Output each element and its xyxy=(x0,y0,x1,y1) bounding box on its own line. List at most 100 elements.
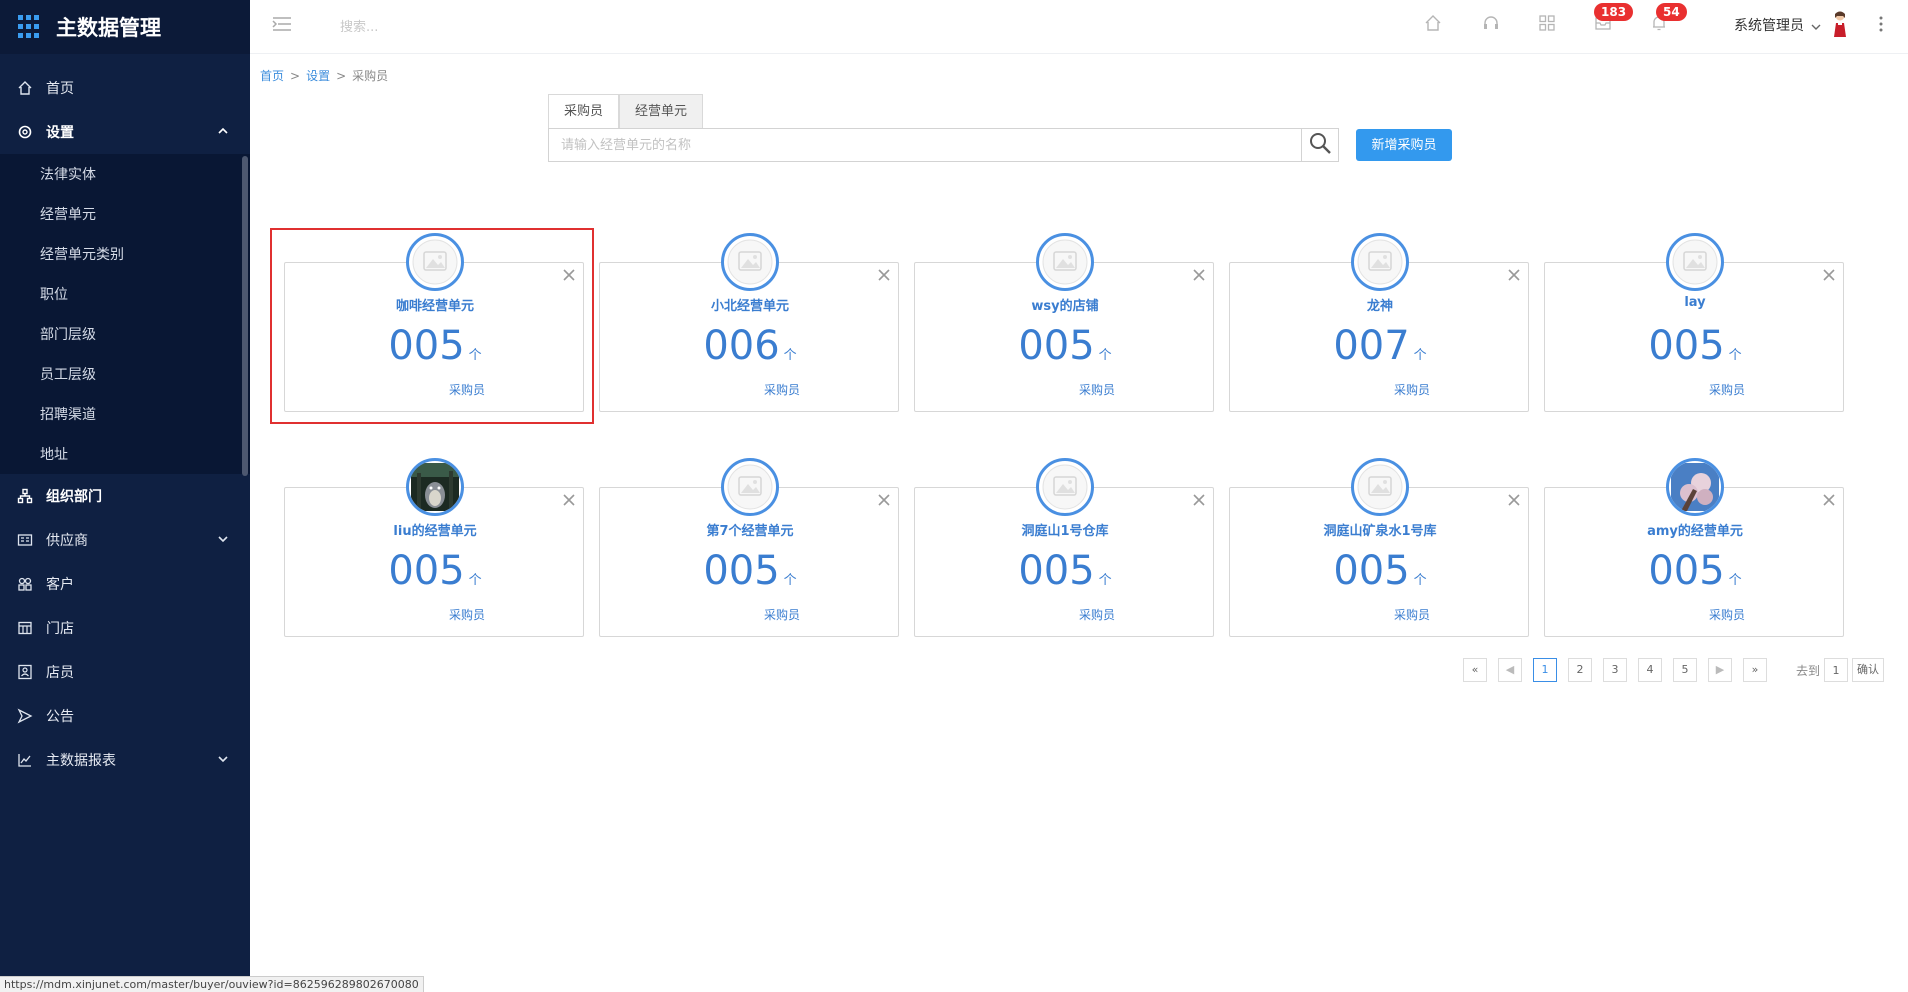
submenu-item-recruit-channel[interactable]: 招聘渠道 xyxy=(0,394,250,434)
mail-badge: 183 xyxy=(1594,3,1634,21)
add-buyer-button[interactable]: 新增采购员 xyxy=(1356,129,1452,161)
unit-name[interactable]: amy的经营单元 xyxy=(1545,520,1845,539)
submenu-item-unit-category[interactable]: 经营单元类别 xyxy=(0,234,250,274)
unit-name[interactable]: lay xyxy=(1545,295,1845,310)
header-search[interactable]: 搜索... xyxy=(340,16,378,35)
count-unit: 个 xyxy=(1098,573,1112,588)
buyer-label[interactable]: 采购员 xyxy=(1079,606,1115,623)
sidebar-item-settings[interactable]: 设置 xyxy=(0,110,250,154)
placeholder-image-icon[interactable] xyxy=(1036,233,1094,291)
more-vertical-icon[interactable] xyxy=(1878,14,1884,34)
unit-name[interactable]: 第7个经营单元 xyxy=(600,520,900,539)
buyer-label[interactable]: 采购员 xyxy=(1394,381,1430,398)
breadcrumb-settings[interactable]: 设置 xyxy=(306,69,330,83)
grid-icon[interactable] xyxy=(1538,14,1556,32)
buyer-label[interactable]: 采购员 xyxy=(764,381,800,398)
placeholder-image-icon[interactable] xyxy=(1351,458,1409,516)
last-page-button[interactable]: » xyxy=(1743,658,1767,682)
close-icon[interactable] xyxy=(1191,492,1207,508)
goto-confirm-button[interactable]: 确认 xyxy=(1852,658,1885,682)
placeholder-image-icon[interactable] xyxy=(721,458,779,516)
business-unit-card[interactable]: amy的经营单元 005 个采购员 xyxy=(1544,458,1845,637)
sidebar-item-store[interactable]: 门店 xyxy=(0,606,250,650)
close-icon[interactable] xyxy=(1191,267,1207,283)
user-avatar[interactable] xyxy=(1830,10,1850,38)
search-button[interactable] xyxy=(1301,128,1339,162)
chevron-up-icon xyxy=(216,124,230,138)
first-page-button[interactable]: « xyxy=(1463,658,1487,682)
goto-page-input[interactable] xyxy=(1824,658,1849,682)
page-button[interactable]: 2 xyxy=(1568,658,1592,682)
business-unit-card[interactable]: 洞庭山矿泉水1号库 005 个采购员 xyxy=(1229,458,1530,637)
buyer-label[interactable]: 采购员 xyxy=(449,606,485,623)
menu-toggle-icon[interactable] xyxy=(272,16,292,32)
close-icon[interactable] xyxy=(1821,267,1837,283)
unit-search-input[interactable] xyxy=(548,128,1302,162)
close-icon[interactable] xyxy=(561,492,577,508)
business-unit-card[interactable]: 龙神 007 个采购员 xyxy=(1229,233,1530,412)
placeholder-image-icon[interactable] xyxy=(1036,458,1094,516)
sidebar-item-clerk[interactable]: 店员 xyxy=(0,650,250,694)
close-icon[interactable] xyxy=(1506,492,1522,508)
business-unit-card[interactable]: 洞庭山1号仓库 005 个采购员 xyxy=(914,458,1215,637)
buyer-label[interactable]: 采购员 xyxy=(1709,381,1745,398)
unit-name[interactable]: wsy的店铺 xyxy=(915,295,1215,314)
breadcrumb-home[interactable]: 首页 xyxy=(260,69,284,83)
count-unit: 个 xyxy=(1413,348,1427,363)
buyer-label[interactable]: 采购员 xyxy=(764,606,800,623)
sidebar-item-customer[interactable]: 客户 xyxy=(0,562,250,606)
tab-business-unit[interactable]: 经营单元 xyxy=(619,94,704,128)
prev-page-button[interactable]: ◀ xyxy=(1498,658,1522,682)
close-icon[interactable] xyxy=(1821,492,1837,508)
unit-name[interactable]: liu的经营单元 xyxy=(285,520,585,539)
business-unit-card[interactable]: 小北经营单元 006 个采购员 xyxy=(599,233,900,412)
unit-name[interactable]: 洞庭山1号仓库 xyxy=(915,520,1215,539)
sidebar-item-label: 门店 xyxy=(46,621,74,637)
sidebar-item-announcement[interactable]: 公告 xyxy=(0,694,250,738)
placeholder-image-icon[interactable] xyxy=(721,233,779,291)
tab-buyer[interactable]: 采购员 xyxy=(548,94,620,128)
sidebar-scrollbar[interactable] xyxy=(242,156,248,476)
org-icon xyxy=(16,487,34,505)
placeholder-image-icon[interactable] xyxy=(1666,233,1724,291)
breadcrumb-separator: > xyxy=(336,69,347,83)
submenu-item-legal-entity[interactable]: 法律实体 xyxy=(0,154,250,194)
page-button[interactable]: 4 xyxy=(1638,658,1662,682)
bell-badge: 54 xyxy=(1656,3,1687,21)
chevron-down-icon[interactable] xyxy=(1810,18,1822,30)
close-icon[interactable] xyxy=(876,492,892,508)
headset-icon[interactable] xyxy=(1482,14,1500,32)
submenu-item-address[interactable]: 地址 xyxy=(0,434,250,474)
submenu-item-position[interactable]: 职位 xyxy=(0,274,250,314)
unit-name[interactable]: 洞庭山矿泉水1号库 xyxy=(1230,520,1530,539)
unit-name[interactable]: 小北经营单元 xyxy=(600,295,900,314)
close-icon[interactable] xyxy=(876,267,892,283)
blossom-photo-icon[interactable] xyxy=(1666,458,1724,516)
sidebar-item-org[interactable]: 组织部门 xyxy=(0,474,250,518)
business-unit-card[interactable]: lay 005 个采购员 xyxy=(1544,233,1845,412)
next-page-button[interactable]: ▶ xyxy=(1708,658,1732,682)
brand[interactable]: 主数据管理 xyxy=(0,0,250,54)
business-unit-card[interactable]: liu的经营单元 005 个采购员 xyxy=(284,458,585,637)
page-button[interactable]: 1 xyxy=(1533,658,1557,682)
buyer-label[interactable]: 采购员 xyxy=(1394,606,1430,623)
submenu-item-employee-level[interactable]: 员工层级 xyxy=(0,354,250,394)
sidebar-item-supplier[interactable]: 供应商 xyxy=(0,518,250,562)
submenu-item-business-unit[interactable]: 经营单元 xyxy=(0,194,250,234)
page-button[interactable]: 5 xyxy=(1673,658,1697,682)
totoro-photo-icon[interactable] xyxy=(406,458,464,516)
submenu-item-dept-level[interactable]: 部门层级 xyxy=(0,314,250,354)
home-icon[interactable] xyxy=(1424,14,1442,32)
sidebar-item-home[interactable]: 首页 xyxy=(0,66,250,110)
buyer-label[interactable]: 采购员 xyxy=(1709,606,1745,623)
page-button[interactable]: 3 xyxy=(1603,658,1627,682)
count-value: 005 xyxy=(1333,548,1410,594)
business-unit-card[interactable]: 第7个经营单元 005 个采购员 xyxy=(599,458,900,637)
placeholder-image-icon[interactable] xyxy=(1351,233,1409,291)
unit-name[interactable]: 龙神 xyxy=(1230,295,1530,314)
user-name[interactable]: 系统管理员 xyxy=(1734,15,1804,35)
buyer-label[interactable]: 采购员 xyxy=(1079,381,1115,398)
sidebar-item-report[interactable]: 主数据报表 xyxy=(0,738,250,782)
close-icon[interactable] xyxy=(1506,267,1522,283)
business-unit-card[interactable]: wsy的店铺 005 个采购员 xyxy=(914,233,1215,412)
